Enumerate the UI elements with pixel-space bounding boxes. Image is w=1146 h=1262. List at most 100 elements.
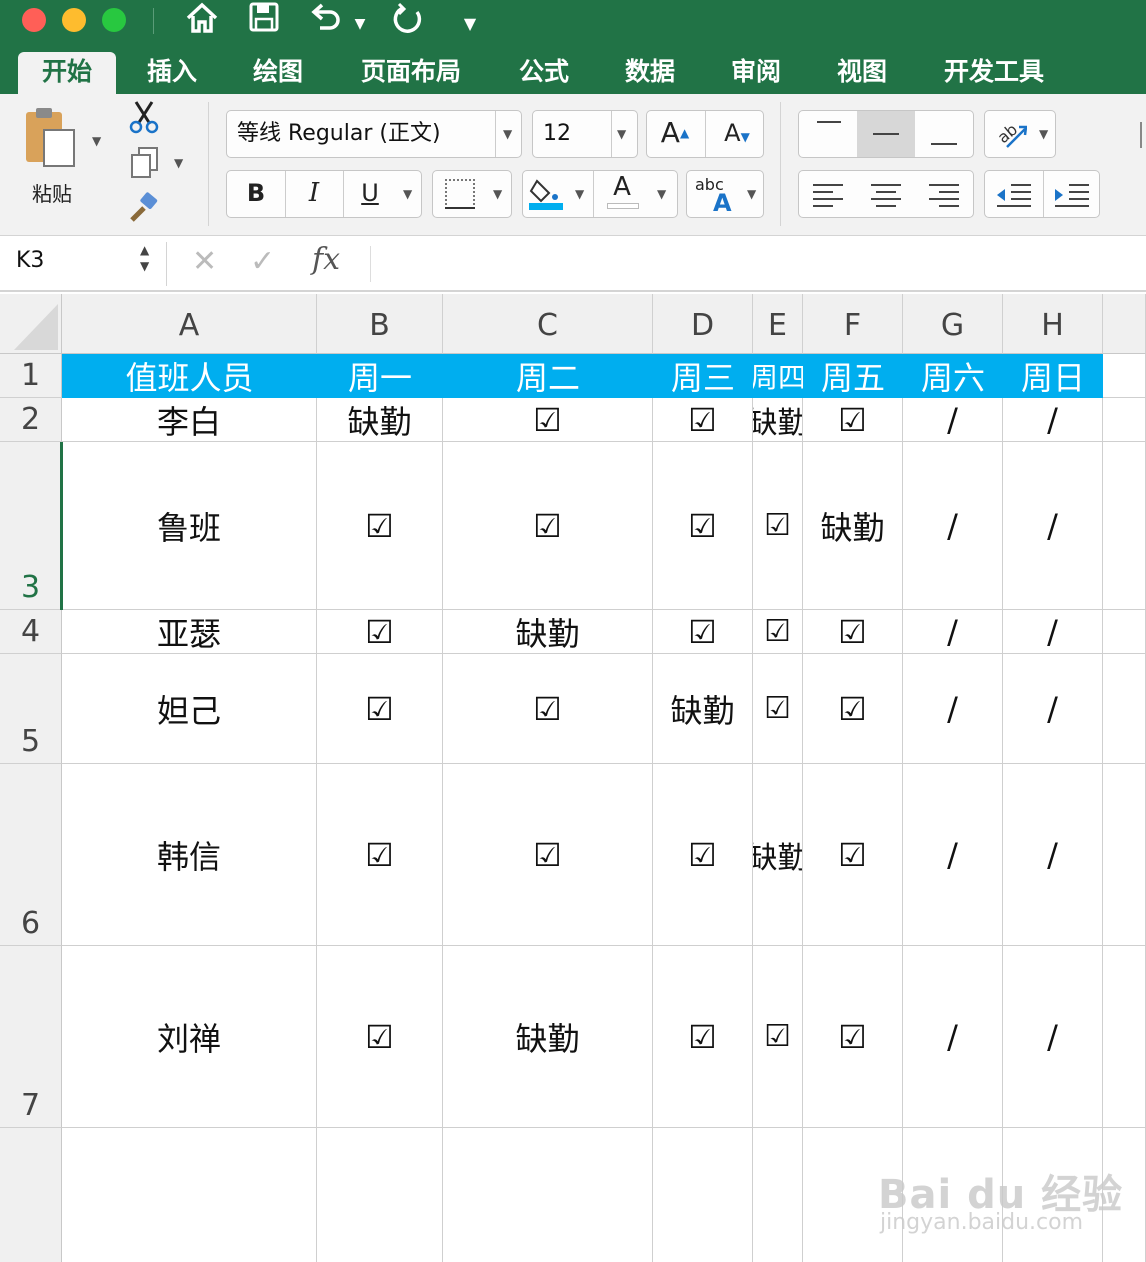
cell-h2[interactable]: / <box>1003 398 1103 442</box>
bold-button[interactable]: B <box>227 171 285 215</box>
empty-cell[interactable] <box>317 1128 443 1262</box>
column-header-d[interactable]: D <box>653 294 753 354</box>
tab-insert[interactable]: 插入 <box>130 52 214 94</box>
row-header-5[interactable]: 5 <box>0 654 62 764</box>
paste-icon[interactable] <box>22 106 82 172</box>
formula-input[interactable] <box>384 248 1124 280</box>
font-name-dropdown-icon[interactable]: ▼ <box>503 127 512 141</box>
zoom-window-button[interactable] <box>102 8 126 32</box>
customize-icon[interactable]: ▼ <box>458 6 482 42</box>
cell-e2[interactable]: 缺勤 <box>753 398 803 442</box>
tab-review[interactable]: 审阅 <box>714 52 798 94</box>
empty-cell[interactable] <box>1103 354 1146 398</box>
cell-b6[interactable]: ☑ <box>317 764 443 946</box>
minimize-window-button[interactable] <box>62 8 86 32</box>
cell-h7[interactable]: / <box>1003 946 1103 1128</box>
column-header-e[interactable]: E <box>753 294 803 354</box>
column-header-c[interactable]: C <box>443 294 653 354</box>
cell-a2[interactable]: 李白 <box>62 398 317 442</box>
header-cell-e[interactable]: 周四 <box>753 354 803 398</box>
cell-c2[interactable]: ☑ <box>443 398 653 442</box>
font-color-dropdown-icon[interactable]: ▼ <box>657 187 666 201</box>
column-header-b[interactable]: B <box>317 294 443 354</box>
select-all-button[interactable] <box>0 294 62 354</box>
row-header-7[interactable]: 7 <box>0 946 62 1128</box>
row-header-6[interactable]: 6 <box>0 764 62 946</box>
close-window-button[interactable] <box>22 8 46 32</box>
align-middle-button[interactable] <box>857 111 915 157</box>
cell-e3[interactable]: ☑ <box>753 442 803 610</box>
cell-d7[interactable]: ☑ <box>653 946 753 1128</box>
undo-icon[interactable] <box>306 2 346 41</box>
align-center-button[interactable] <box>857 171 915 217</box>
cell-b7[interactable]: ☑ <box>317 946 443 1128</box>
tab-page-layout[interactable]: 页面布局 <box>344 52 478 94</box>
column-header-g[interactable]: G <box>903 294 1003 354</box>
empty-cell[interactable] <box>1103 442 1146 610</box>
cell-c5[interactable]: ☑ <box>443 654 653 764</box>
name-box[interactable]: K3 <box>16 248 44 273</box>
header-cell-b[interactable]: 周一 <box>317 354 443 398</box>
copy-icon[interactable] <box>130 146 162 180</box>
cell-a6[interactable]: 韩信 <box>62 764 317 946</box>
orientation-dropdown-icon[interactable]: ▼ <box>1039 127 1048 141</box>
cell-h3[interactable]: / <box>1003 442 1103 610</box>
cell-b2[interactable]: 缺勤 <box>317 398 443 442</box>
cell-h4[interactable]: / <box>1003 610 1103 654</box>
decrease-indent-button[interactable] <box>985 171 1043 217</box>
cell-f6[interactable]: ☑ <box>803 764 903 946</box>
row-header-8[interactable] <box>0 1128 62 1262</box>
align-top-button[interactable] <box>799 111 857 157</box>
underline-button[interactable]: U <box>345 171 395 215</box>
cell-d3[interactable]: ☑ <box>653 442 753 610</box>
phonetic-dropdown-icon[interactable]: ▼ <box>747 187 756 201</box>
tab-view[interactable]: 视图 <box>820 52 904 94</box>
column-header-i[interactable] <box>1103 294 1146 354</box>
underline-dropdown-icon[interactable]: ▼ <box>403 187 412 201</box>
cell-c6[interactable]: ☑ <box>443 764 653 946</box>
font-size-select[interactable]: 12 ▼ <box>532 110 638 158</box>
paste-dropdown-icon[interactable]: ▼ <box>92 134 101 148</box>
grow-font-button[interactable]: A▲ <box>655 111 695 155</box>
align-right-button[interactable] <box>915 171 973 217</box>
cell-e6[interactable]: 缺勤 <box>753 764 803 946</box>
cell-e4[interactable]: ☑ <box>753 610 803 654</box>
column-header-h[interactable]: H <box>1003 294 1103 354</box>
cell-e5[interactable]: ☑ <box>753 654 803 764</box>
empty-cell[interactable] <box>753 1128 803 1262</box>
shrink-font-button[interactable]: A▼ <box>715 111 759 159</box>
tab-developer[interactable]: 开发工具 <box>926 52 1062 94</box>
cell-d4[interactable]: ☑ <box>653 610 753 654</box>
cell-d6[interactable]: ☑ <box>653 764 753 946</box>
font-size-dropdown-icon[interactable]: ▼ <box>617 127 626 141</box>
italic-button[interactable]: I <box>285 171 343 215</box>
font-name-select[interactable]: 等线 Regular (正文) ▼ <box>226 110 522 158</box>
header-cell-h[interactable]: 周日 <box>1003 354 1103 398</box>
borders-button[interactable]: ▼ <box>432 170 512 218</box>
cell-b4[interactable]: ☑ <box>317 610 443 654</box>
cell-h6[interactable]: / <box>1003 764 1103 946</box>
fill-color-dropdown-icon[interactable]: ▼ <box>575 187 584 201</box>
increase-indent-button[interactable] <box>1043 171 1101 217</box>
cell-b5[interactable]: ☑ <box>317 654 443 764</box>
row-header-1[interactable]: 1 <box>0 354 62 398</box>
cell-f7[interactable]: ☑ <box>803 946 903 1128</box>
empty-cell[interactable] <box>653 1128 753 1262</box>
cut-icon[interactable] <box>128 100 162 136</box>
phonetic-button[interactable]: abc A ▼ <box>686 170 764 218</box>
cancel-icon[interactable]: ✕ <box>192 244 217 279</box>
empty-cell[interactable] <box>1103 610 1146 654</box>
cell-b3[interactable]: ☑ <box>317 442 443 610</box>
header-cell-f[interactable]: 周五 <box>803 354 903 398</box>
empty-cell[interactable] <box>1103 654 1146 764</box>
column-header-a[interactable]: A <box>62 294 317 354</box>
tab-formulas[interactable]: 公式 <box>502 52 586 94</box>
cell-g4[interactable]: / <box>903 610 1003 654</box>
header-cell-d[interactable]: 周三 <box>653 354 753 398</box>
align-left-button[interactable] <box>799 171 857 217</box>
home-icon[interactable] <box>183 2 221 43</box>
empty-cell[interactable] <box>62 1128 317 1262</box>
cell-g2[interactable]: / <box>903 398 1003 442</box>
row-header-3[interactable]: 3 <box>0 442 62 610</box>
cell-c7[interactable]: 缺勤 <box>443 946 653 1128</box>
